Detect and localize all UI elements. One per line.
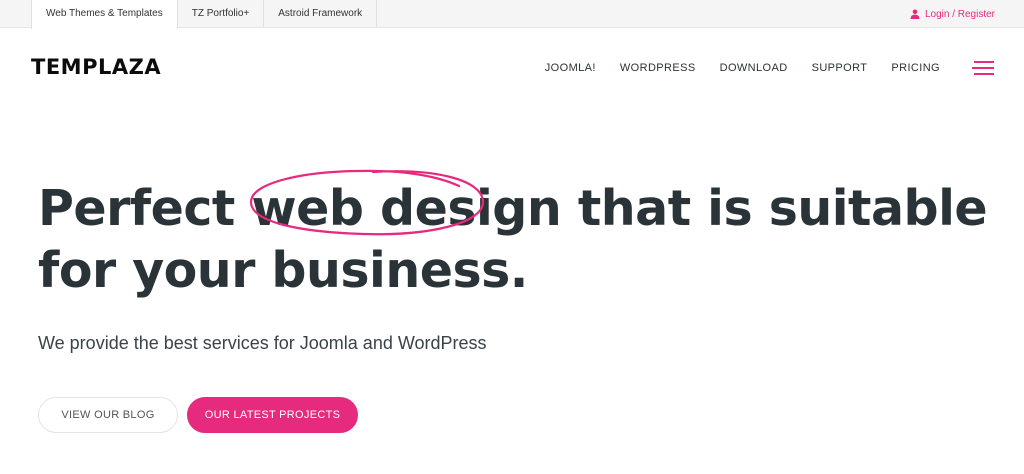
nav-item-download[interactable]: DOWNLOAD xyxy=(720,62,788,74)
tab-tz-portfolio[interactable]: TZ Portfolio+ xyxy=(178,0,265,28)
login-register-label: Login / Register xyxy=(924,8,995,20)
nav-item-pricing[interactable]: PRICING xyxy=(891,62,940,74)
site-tabs: Web Themes & Templates TZ Portfolio+ Ast… xyxy=(31,0,378,29)
latest-projects-button[interactable]: OUR LATEST PROJECTS xyxy=(187,397,358,433)
user-icon xyxy=(910,9,920,19)
login-register-link[interactable]: Login / Register xyxy=(910,0,995,28)
site-header: TEMPLAZA JOOMLA! WORDPRESS DOWNLOAD SUPP… xyxy=(0,29,1024,107)
hero-title-highlight-wrap: web design xyxy=(250,169,562,240)
view-blog-button[interactable]: VIEW OUR BLOG xyxy=(38,397,178,433)
tab-web-themes[interactable]: Web Themes & Templates xyxy=(31,0,178,29)
nav-item-wordpress[interactable]: WORDPRESS xyxy=(620,62,696,74)
hamburger-menu-icon[interactable] xyxy=(972,61,994,75)
hero-subtitle: We provide the best services for Joomla … xyxy=(38,333,487,353)
templaza-logo[interactable]: TEMPLAZA xyxy=(31,55,161,79)
hero-title-highlight: web design xyxy=(251,180,562,237)
top-bar: Web Themes & Templates TZ Portfolio+ Ast… xyxy=(0,0,1024,29)
hero-title-before: Perfect xyxy=(38,180,252,237)
hero-title: Perfect web design that is suitable for … xyxy=(38,169,998,302)
nav-item-support[interactable]: SUPPORT xyxy=(812,62,868,74)
tab-astroid-framework[interactable]: Astroid Framework xyxy=(264,0,378,28)
main-nav: JOOMLA! WORDPRESS DOWNLOAD SUPPORT PRICI… xyxy=(545,62,940,74)
nav-item-joomla[interactable]: JOOMLA! xyxy=(545,62,596,74)
